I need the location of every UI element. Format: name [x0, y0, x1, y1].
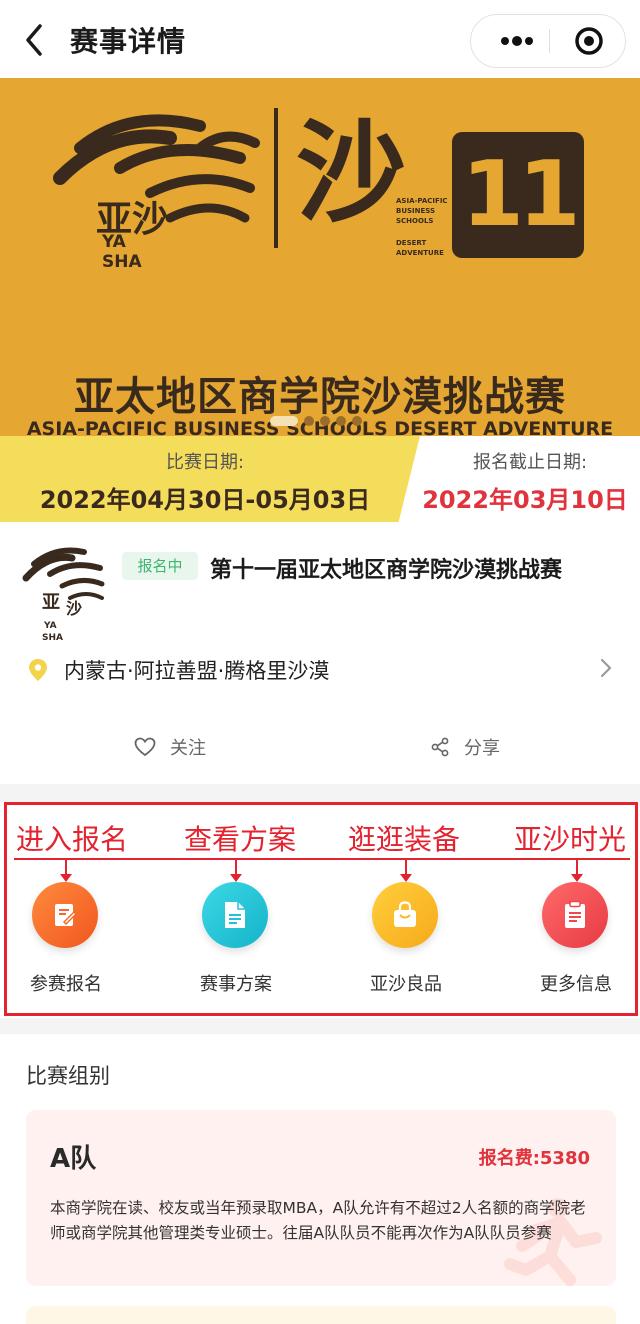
team-name: A队	[50, 1144, 97, 1174]
follow-button[interactable]: 关注	[134, 734, 206, 760]
svg-text:SHA: SHA	[42, 633, 63, 643]
edit-icon	[32, 882, 98, 948]
carousel-dot[interactable]	[336, 416, 346, 426]
annotation-arrow-icon	[60, 860, 72, 882]
action-event-plan[interactable]: 赛事方案	[166, 882, 306, 1002]
annotation-label: 进入报名	[16, 823, 129, 856]
action-label: 赛事方案	[200, 974, 272, 995]
quick-actions-section: 进入报名 查看方案 逛逛装备 亚沙时光 参赛报名 赛事方案 亚沙良品 更多信息	[0, 802, 640, 1018]
logo-english-text: YA SHA	[102, 232, 142, 272]
action-label: 更多信息	[540, 974, 612, 995]
annotation-label: 查看方案	[184, 823, 297, 856]
status-badge: 报名中	[122, 552, 198, 580]
annotation-label: 亚沙时光	[514, 823, 627, 856]
action-label: 参赛报名	[30, 974, 102, 995]
match-date-label: 比赛日期:	[165, 452, 245, 473]
match-date-value: 2022年04月30日-05月03日	[39, 486, 371, 514]
banner-title-cn: 亚太地区商学院沙漠挑战赛	[74, 374, 566, 420]
miniprogram-capsule	[470, 14, 626, 68]
close-miniprogram-icon[interactable]	[563, 15, 615, 67]
shopping-bag-icon	[372, 882, 438, 948]
date-strip: 比赛日期: 2022年04月30日-05月03日 报名截止日期: 2022年03…	[0, 436, 640, 522]
banner-tagline: ASIA-PACIFIC BUSINESS SCHOOLS	[396, 197, 448, 225]
carousel-dot[interactable]	[320, 416, 330, 426]
action-shop[interactable]: 亚沙良品	[336, 882, 476, 1002]
svg-text:YA: YA	[43, 621, 57, 631]
event-banner-carousel[interactable]: 亚沙 YA SHA 沙 ASIA-PACIFIC BUSINESS SCHOOL…	[0, 78, 640, 436]
more-options-icon[interactable]	[485, 15, 549, 67]
banner-divider	[274, 108, 278, 248]
follow-label: 关注	[170, 738, 206, 759]
heart-icon	[134, 737, 156, 757]
carousel-dot-active[interactable]	[270, 416, 298, 426]
navigation-bar: 赛事详情	[0, 0, 640, 80]
action-register[interactable]: 参赛报名	[0, 882, 136, 1002]
clipboard-icon	[542, 882, 608, 948]
share-button[interactable]: 分享	[430, 734, 500, 760]
annotation-arrow-icon	[230, 860, 242, 882]
location-pin-icon	[28, 658, 48, 686]
chevron-right-icon[interactable]	[600, 658, 612, 682]
svg-text:沙: 沙	[66, 599, 82, 618]
carousel-indicator	[270, 416, 362, 426]
section-gap	[0, 1018, 640, 1034]
annotation-underline	[14, 858, 630, 860]
competition-groups-section: 比赛组别 A队 报名费:5380 本商学院在读、校友或当年预录取MBA，A队允许…	[0, 1034, 640, 1324]
event-location[interactable]: 内蒙古·阿拉善盟·腾格里沙漠	[64, 655, 329, 685]
annotation-arrow-icon	[571, 860, 583, 882]
page-title: 赛事详情	[70, 25, 187, 58]
team-card-a[interactable]: A队 报名费:5380 本商学院在读、校友或当年预录取MBA，A队允许有不超过2…	[26, 1110, 616, 1286]
event-logo-icon: 亚 沙 YA SHA	[22, 544, 106, 644]
annotation-label: 逛逛装备	[348, 823, 461, 856]
action-more-info[interactable]: 更多信息	[506, 882, 640, 1002]
carousel-dot[interactable]	[304, 416, 314, 426]
event-name: 第十一届亚太地区商学院沙漠挑战赛	[210, 558, 563, 583]
carousel-dot[interactable]	[352, 416, 362, 426]
section-gap	[0, 784, 640, 802]
deadline-value: 2022年03月10日	[422, 486, 628, 514]
section-heading: 比赛组别	[26, 1064, 110, 1088]
banner-sha-character: 沙	[296, 108, 406, 237]
team-card-next[interactable]	[26, 1306, 616, 1324]
team-fee: 报名费:5380	[478, 1148, 590, 1169]
back-icon[interactable]	[20, 22, 50, 58]
yasha-logo-icon: 亚沙 YA SHA	[50, 108, 260, 282]
svg-text:亚: 亚	[42, 592, 60, 613]
capsule-divider	[549, 29, 550, 53]
annotation-arrow-icon	[400, 860, 412, 882]
edition-number-badge: 11	[452, 132, 584, 258]
deadline-label: 报名截止日期:	[472, 452, 588, 473]
team-description: 本商学院在读、校友或当年预录取MBA，A队允许有不超过2人名额的商学院老师或商学…	[50, 1199, 586, 1242]
banner-tagline-2: DESERT ADVENTURE	[396, 239, 444, 257]
event-info-card: 亚 沙 YA SHA 报名中 第十一届亚太地区商学院沙漠挑战赛 内蒙古·阿拉善盟…	[0, 522, 640, 784]
document-icon	[202, 882, 268, 948]
share-icon	[431, 737, 449, 757]
action-label: 亚沙良品	[370, 974, 442, 995]
share-label: 分享	[464, 738, 500, 759]
